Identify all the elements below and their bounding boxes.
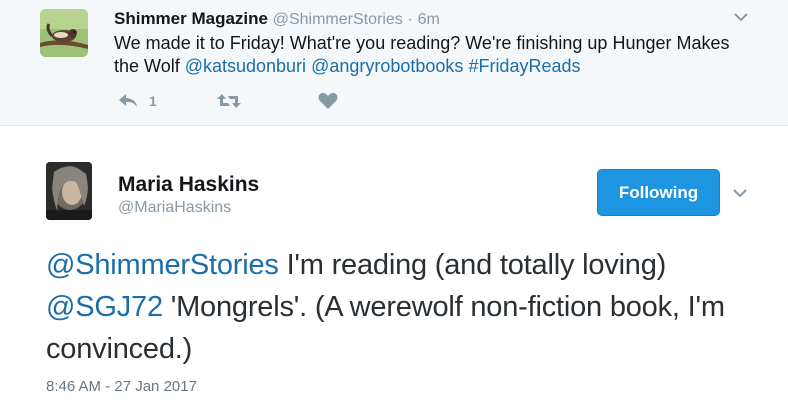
mention-link[interactable]: @katsudonburi (185, 56, 306, 76)
parent-separator: · (407, 11, 413, 28)
parent-tweet[interactable]: Shimmer Magazine @ShimmerStories · 6m We… (0, 0, 788, 126)
mention-link[interactable]: @SGJ72 (46, 291, 163, 323)
main-display-name[interactable]: Maria Haskins (118, 173, 259, 197)
retweet-icon[interactable] (216, 90, 242, 112)
main-handle[interactable]: @MariaHaskins (118, 199, 231, 217)
tweet-timestamp[interactable]: 8:46 AM - 27 Jan 2017 (46, 378, 197, 395)
hashtag-link[interactable]: #FridayReads (468, 56, 580, 76)
mention-link[interactable]: @ShimmerStories (46, 249, 279, 281)
profile-photo-icon (46, 162, 92, 220)
parent-timestamp[interactable]: 6m (418, 11, 440, 28)
reply-icon[interactable] (117, 90, 139, 112)
chevron-down-icon[interactable] (732, 186, 748, 198)
following-button[interactable]: Following (597, 169, 720, 216)
mention-link[interactable]: @angryrobotbooks (311, 56, 463, 76)
chevron-down-icon[interactable] (733, 10, 749, 22)
parent-avatar[interactable] (40, 9, 88, 57)
parent-tweet-header: Shimmer Magazine @ShimmerStories · 6m (114, 9, 440, 29)
parent-handle[interactable]: @ShimmerStories (273, 11, 403, 28)
heart-icon[interactable] (317, 90, 339, 112)
parent-display-name[interactable]: Shimmer Magazine (114, 9, 268, 28)
chipmunk-photo-icon (40, 9, 88, 57)
parent-tweet-text: We made it to Friday! What're you readin… (114, 32, 744, 78)
main-tweet-text: @ShimmerStories I'm reading (and totally… (46, 244, 766, 370)
main-text-part: I'm reading (and totally loving) (278, 249, 667, 281)
main-avatar[interactable] (46, 162, 92, 220)
reply-count: 1 (149, 93, 157, 109)
